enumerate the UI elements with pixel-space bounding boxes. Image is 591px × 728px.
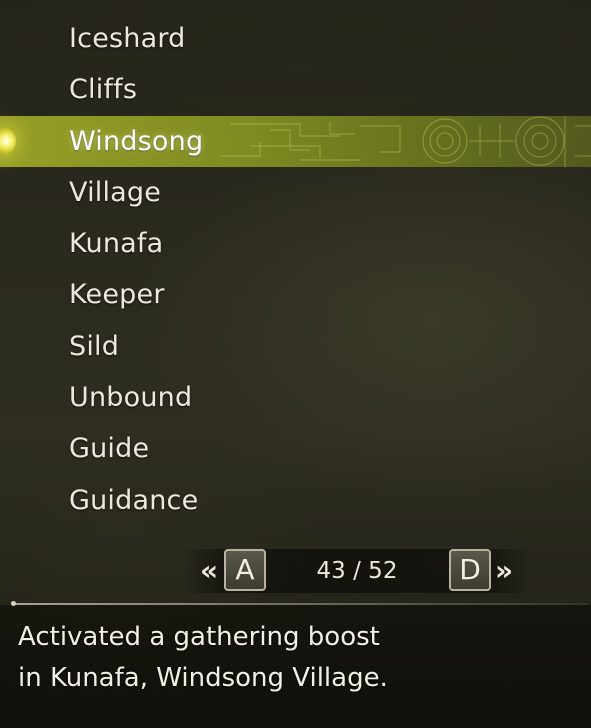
prev-page-key-button[interactable]: A [224, 549, 266, 591]
next-page-key-button[interactable]: D [449, 549, 491, 591]
next-page-chevron-icon[interactable]: » [495, 549, 513, 593]
message-line-2: in Kunafa, Windsong Village. [18, 663, 388, 693]
word-item-label: Kunafa [69, 228, 164, 260]
message-line-1: Activated a gathering boost [18, 622, 380, 652]
word-item-label: Unbound [69, 382, 193, 414]
word-list: Iceshard Cliffs Windsong Village Kunafa [0, 13, 591, 526]
page-indicator: 43 / 52 [316, 558, 398, 584]
word-item-guidance[interactable]: Guidance [0, 475, 591, 526]
word-item-kunafa[interactable]: Kunafa [0, 218, 591, 269]
word-item-label: Sild [69, 330, 120, 362]
word-item-unbound[interactable]: Unbound [0, 372, 591, 423]
word-item-windsong-selected[interactable]: Windsong [0, 115, 591, 167]
selection-cursor-icon [0, 127, 16, 154]
word-item-guide[interactable]: Guide [0, 423, 591, 474]
word-item-iceshard[interactable]: Iceshard [0, 13, 591, 64]
message-divider [13, 603, 588, 605]
word-item-sild[interactable]: Sild [0, 321, 591, 372]
word-item-label: Cliffs [69, 74, 138, 106]
word-item-label: Guidance [69, 484, 199, 516]
word-item-label: Keeper [69, 279, 165, 311]
pager: « A 43 / 52 D » [182, 549, 532, 593]
message-panel: Activated a gathering boost in Kunafa, W… [18, 617, 578, 699]
word-item-label: Village [69, 176, 162, 208]
word-item-keeper[interactable]: Keeper [0, 269, 591, 320]
word-item-village[interactable]: Village [0, 167, 591, 218]
word-item-label: Iceshard [69, 23, 186, 54]
word-item-cliffs[interactable]: Cliffs [0, 64, 591, 115]
prev-page-chevron-icon[interactable]: « [200, 549, 218, 593]
word-item-label: Guide [69, 433, 150, 465]
word-item-label: Windsong [69, 125, 204, 157]
divider-dot-icon [11, 601, 16, 606]
